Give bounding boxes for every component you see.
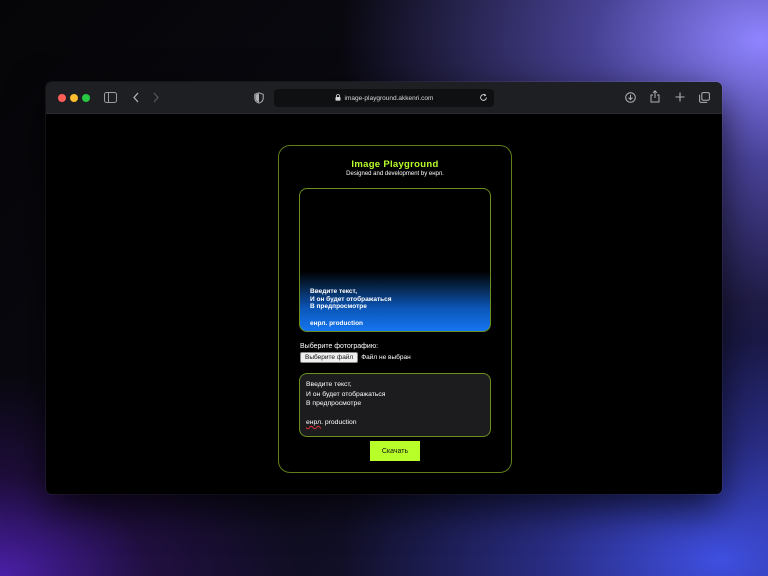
sidebar-icon[interactable] [104,92,117,103]
text-line-rest: . production [321,419,357,426]
text-line: И он будет отображаться [306,390,386,398]
minimize-window-button[interactable] [70,94,78,102]
download-button[interactable]: Скачать [370,441,420,461]
share-icon[interactable] [650,90,660,103]
plus-icon[interactable] [675,92,685,102]
shield-icon[interactable] [254,92,264,104]
lock-icon [335,93,341,103]
url-text: image-playground.akkenri.com [344,94,434,102]
playground-card: Image Playground Designed and developmen… [278,145,512,473]
app-subtitle: Designed and development by енрл. [346,171,444,177]
file-status: Файл не выбран [361,354,411,361]
download-icon[interactable] [625,92,636,103]
tabs-icon[interactable] [699,92,710,103]
zoom-window-button[interactable] [82,94,90,102]
chevron-right-icon[interactable] [152,92,160,103]
image-preview: Введите текст, И он будет отображаться В… [299,188,491,332]
misspelled-word: енрл [306,419,322,426]
preview-text: Введите текст, И он будет отображаться В… [310,288,392,310]
choose-file-button[interactable]: Выберите файл [300,352,359,363]
web-page: Image Playground Designed and developmen… [46,114,722,494]
browser-window: image-playground.akkenri.com Image Playg… [46,82,722,494]
text-line: В предпросмотре [306,400,362,407]
text-line [306,409,484,419]
text-line: енрл. production [306,418,484,428]
close-window-button[interactable] [58,94,66,102]
chevron-left-icon[interactable] [132,92,140,103]
preview-signature: енрл. production [310,320,364,327]
address-bar[interactable]: image-playground.akkenri.com [274,89,494,107]
browser-toolbar: image-playground.akkenri.com [46,82,722,114]
text-input-area[interactable]: Введите текст, И он будет отображаться В… [299,373,491,437]
app-title: Image Playground [351,159,439,170]
file-input-label: Выберите фотографию: [300,343,379,350]
file-input: Выберите файл Файл не выбран [300,352,411,363]
reload-icon[interactable] [479,93,488,104]
text-line: Введите текст, [306,381,352,388]
